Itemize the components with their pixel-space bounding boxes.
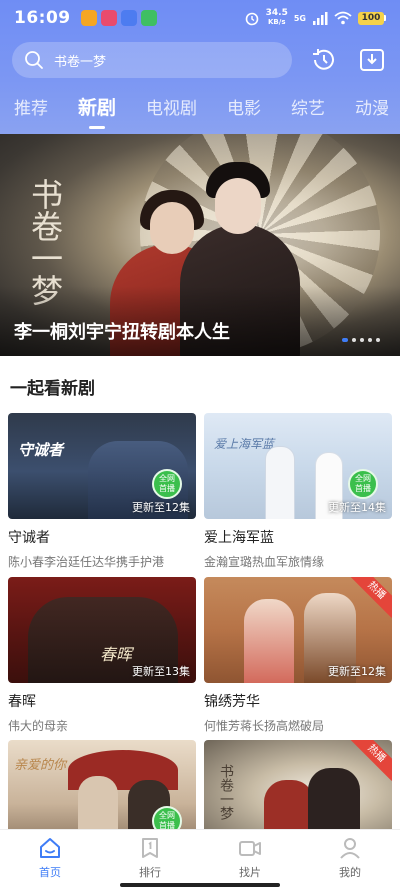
- tab-movies[interactable]: 电影: [227, 94, 261, 119]
- episode-count: 更新至12集: [132, 501, 190, 514]
- tab-anime[interactable]: 动漫: [355, 94, 389, 119]
- ranking-icon: [142, 838, 158, 858]
- battery-indicator: 100: [358, 11, 386, 25]
- network-speed: 34.5 KB/s: [266, 9, 288, 27]
- notification-app-icon: [120, 10, 137, 26]
- card-thumbnail: 春晖 更新至13集: [8, 577, 196, 683]
- card-thumbnail: 爱上海军蓝 全网 首播 更新至14集: [204, 413, 392, 519]
- thumbnail-cast: [244, 599, 294, 683]
- card-title: 爱上海军蓝: [204, 530, 274, 546]
- battery-level: 100: [358, 11, 384, 25]
- premiere-badge: 全网 首播: [152, 469, 182, 499]
- card-subtitle: 陈小春李治廷任达华携手护港: [8, 555, 165, 569]
- thumbnail-title-art: 亲爱的你: [14, 758, 67, 773]
- card-subtitle: 伟大的母亲: [8, 719, 69, 733]
- pagination-dot: [342, 338, 348, 342]
- card-title: 守诚者: [8, 530, 50, 546]
- hot-badge: 热播: [349, 740, 392, 781]
- pagination-dot: [360, 338, 364, 342]
- status-right: 34.5 KB/s 5G 100: [244, 9, 386, 27]
- premiere-badge: 全网 首播: [348, 469, 378, 499]
- download-button[interactable]: [356, 44, 388, 76]
- network-speed-value: 34.5: [265, 8, 288, 18]
- section-title: 一起看新剧: [10, 379, 95, 399]
- pagination-dot: [352, 338, 356, 342]
- profile-icon: [340, 838, 360, 859]
- thumbnail-title-art: 守诚者: [18, 441, 64, 459]
- card-thumbnail: 热播 更新至12集: [204, 577, 392, 683]
- signal-icon: [313, 12, 328, 25]
- drama-card[interactable]: 守诚者 全网 首播 更新至12集 守诚者 陈小春李治廷任达华携手护港: [8, 413, 196, 570]
- episode-count: 更新至13集: [132, 665, 190, 678]
- network-speed-unit: KB/s: [268, 18, 286, 26]
- nav-label: 排行: [139, 866, 161, 879]
- thumbnail-cast: [266, 447, 294, 519]
- search-placeholder: 书卷一梦: [54, 54, 107, 70]
- nav-ranking[interactable]: 排行: [100, 830, 200, 889]
- notification-app-icon: [100, 10, 117, 26]
- tab-tv-series[interactable]: 电视剧: [146, 94, 197, 119]
- pagination-dot: [376, 338, 380, 342]
- card-title: 春晖: [8, 694, 36, 710]
- notification-app-icon: [140, 10, 157, 26]
- search-input[interactable]: 书卷一梦: [12, 42, 292, 78]
- tab-recommend[interactable]: 推荐: [14, 94, 48, 119]
- home-indicator: [120, 883, 280, 887]
- bottom-navigation: 首页 排行 找片 我的: [0, 829, 400, 889]
- video-camera-icon: [239, 841, 261, 856]
- nav-find[interactable]: 找片: [200, 830, 300, 889]
- hero-banner[interactable]: 书卷一梦 李一桐刘宇宁扭转剧本人生: [0, 134, 400, 356]
- card-subtitle: 何惟芳蒋长扬高燃破局: [204, 719, 325, 733]
- episode-count: 更新至12集: [328, 665, 386, 678]
- status-app-icons: [80, 10, 157, 26]
- status-time: 16:09: [14, 8, 71, 28]
- episode-count: 更新至14集: [328, 501, 386, 514]
- tab-variety[interactable]: 综艺: [291, 94, 325, 119]
- nav-label: 找片: [239, 866, 261, 879]
- thumbnail-title-art: 春晖: [100, 645, 133, 664]
- card-thumbnail: 守诚者 全网 首播 更新至12集: [8, 413, 196, 519]
- banner-pagination: [342, 338, 380, 342]
- nav-label: 首页: [39, 866, 61, 879]
- thumbnail-title-art: 爱上海军蓝: [214, 437, 275, 451]
- drama-card[interactable]: 春晖 更新至13集 春晖 伟大的母亲: [8, 577, 196, 734]
- home-icon: [40, 838, 60, 858]
- card-subtitle: 金瀚宣璐热血军旅情缘: [204, 555, 325, 569]
- search-icon: [25, 51, 43, 69]
- wifi-icon: [334, 11, 352, 25]
- tab-new-drama[interactable]: 新剧: [78, 93, 116, 129]
- history-icon: [313, 49, 334, 70]
- category-tabs: 推荐 新剧 电视剧 电影 综艺 动漫: [0, 86, 400, 129]
- banner-figure-female-face: [150, 202, 194, 254]
- download-icon: [360, 49, 384, 71]
- signal-type: 5G: [293, 13, 306, 23]
- banner-figure-male-face: [215, 178, 261, 234]
- nav-home[interactable]: 首页: [0, 830, 100, 889]
- banner-caption: 李一桐刘宇宁扭转剧本人生: [14, 322, 230, 343]
- alarm-icon: [245, 12, 258, 26]
- history-button[interactable]: [308, 44, 340, 76]
- card-title: 锦绣芳华: [204, 694, 260, 710]
- notification-app-icon: [80, 10, 97, 26]
- pagination-dot: [368, 338, 372, 342]
- drama-card[interactable]: 爱上海军蓝 全网 首播 更新至14集 爱上海军蓝 金瀚宣璐热血军旅情缘: [204, 413, 392, 570]
- nav-label: 我的: [339, 866, 361, 879]
- nav-profile[interactable]: 我的: [300, 830, 400, 889]
- status-bar: 16:09 34.5 KB/s 5G 100: [0, 0, 400, 36]
- drama-card[interactable]: 热播 更新至12集 锦绣芳华 何惟芳蒋长扬高燃破局: [204, 577, 392, 734]
- search-row: 书卷一梦: [12, 42, 388, 78]
- thumbnail-title-art: 书卷一梦: [218, 764, 234, 820]
